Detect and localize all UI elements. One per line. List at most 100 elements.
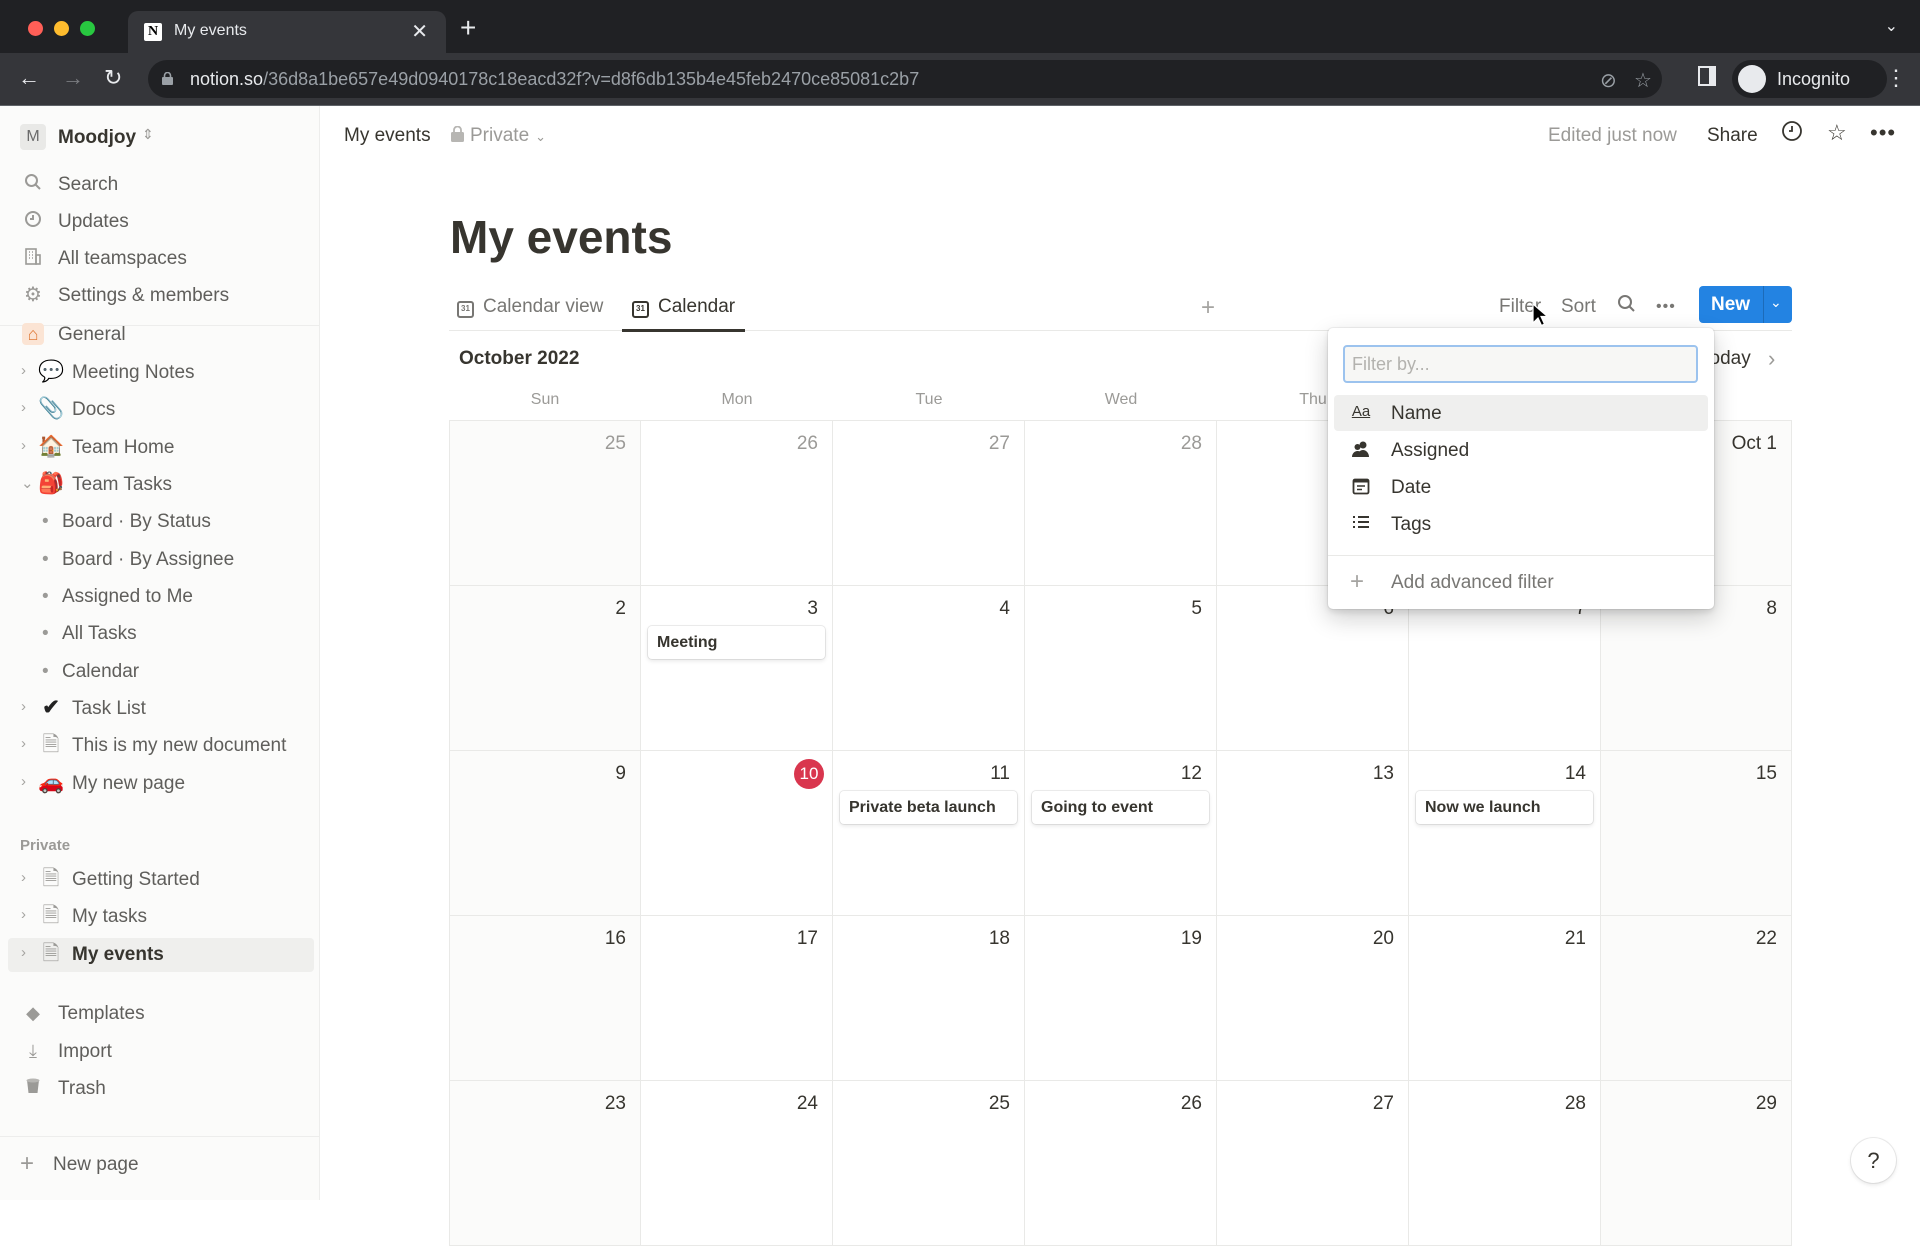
sidebar-item-search[interactable]: Search [0, 168, 320, 202]
filter-search-input[interactable] [1343, 345, 1698, 383]
sidebar-item-import[interactable]: ⤓ Import [0, 1035, 320, 1069]
favorite-star-icon[interactable]: ☆ [1827, 120, 1847, 146]
help-button[interactable]: ? [1851, 1138, 1896, 1183]
calendar-day-cell[interactable]: 25 [833, 1081, 1025, 1246]
calendar-day-cell[interactable]: 5 [1025, 586, 1217, 751]
calendar-day-cell[interactable]: 28 [1025, 421, 1217, 586]
forward-arrow-icon[interactable]: → [62, 65, 84, 91]
browser-tab[interactable]: N My events ✕ [128, 11, 446, 53]
minimize-window-button[interactable] [54, 21, 69, 36]
calendar-day-cell[interactable]: 12 Going to event [1025, 751, 1217, 916]
filter-option-name[interactable]: Aa Name [1334, 395, 1708, 431]
calendar-day-cell[interactable]: 7 [1409, 586, 1601, 751]
calendar-day-cell[interactable]: 26 [641, 421, 833, 586]
next-month-chevron-icon[interactable]: › [1768, 346, 1775, 372]
sidebar-page-getting-started[interactable]: › 🗎 Getting Started [0, 863, 320, 897]
sidepanel-icon[interactable] [1698, 66, 1716, 86]
expand-chevron-icon[interactable]: › [21, 399, 26, 416]
maximize-window-button[interactable] [80, 21, 95, 36]
calendar-day-cell[interactable]: 20 [1217, 916, 1409, 1081]
view-options-icon[interactable]: ••• [1656, 298, 1676, 316]
sidebar-view-all-tasks[interactable]: • All Tasks [0, 617, 320, 651]
calendar-day-cell[interactable]: 17 [641, 916, 833, 1081]
new-page-button[interactable]: + New page [0, 1148, 320, 1182]
tab-search-chevron-icon[interactable]: ⌄ [1885, 16, 1898, 36]
expand-chevron-icon[interactable]: › [21, 698, 26, 715]
sidebar-item-templates[interactable]: ◆ Templates [0, 997, 320, 1031]
calendar-day-cell[interactable]: 15 [1601, 751, 1792, 916]
expand-chevron-icon[interactable]: › [21, 906, 26, 923]
chevron-down-icon[interactable]: ⌄ [1770, 294, 1782, 311]
url-bar[interactable]: notion.so/36d8a1be657e49d0940178c18eacd3… [148, 60, 1662, 98]
filter-option-assigned[interactable]: Assigned [1334, 432, 1708, 468]
sort-button[interactable]: Sort [1561, 296, 1596, 318]
close-window-button[interactable] [28, 21, 43, 36]
reload-icon[interactable]: ↻ [104, 65, 122, 91]
calendar-day-cell[interactable]: 24 [641, 1081, 833, 1246]
calendar-day-cell[interactable]: 18 [833, 916, 1025, 1081]
add-view-button[interactable]: + [1201, 294, 1215, 322]
close-tab-icon[interactable]: ✕ [411, 19, 428, 44]
calendar-day-cell[interactable]: 3 Meeting [641, 586, 833, 751]
calendar-day-cell[interactable]: 2 [449, 586, 641, 751]
calendar-day-cell[interactable]: 25 [449, 421, 641, 586]
sidebar-item-settings[interactable]: ⚙ Settings & members [0, 279, 320, 313]
calendar-day-cell[interactable]: 6 [1217, 586, 1409, 751]
back-arrow-icon[interactable]: ← [18, 65, 40, 91]
sidebar-view-calendar[interactable]: • Calendar [0, 655, 320, 689]
add-advanced-filter-button[interactable]: + Add advanced filter [1334, 564, 1708, 600]
sidebar-page-team-home[interactable]: › 🏠 Team Home [0, 431, 320, 465]
calendar-day-cell[interactable]: 26 [1025, 1081, 1217, 1246]
sidebar-view-board-by-status[interactable]: • Board · By Status [0, 505, 320, 539]
search-icon[interactable] [1617, 294, 1637, 320]
sidebar-page-team-tasks[interactable]: ⌄ 🎒 Team Tasks [0, 468, 320, 502]
sidebar-item-trash[interactable]: Trash [0, 1072, 320, 1106]
new-tab-button[interactable]: + [460, 14, 476, 42]
sidebar-page-new-document[interactable]: › 🗎 This is my new document [0, 729, 320, 763]
breadcrumb[interactable]: My events [344, 125, 431, 147]
sidebar-page-my-tasks[interactable]: › 🗎 My tasks [0, 900, 320, 934]
page-title[interactable]: My events [450, 210, 672, 264]
event-card[interactable]: Going to event [1032, 791, 1209, 824]
new-item-button[interactable]: New ⌄ [1699, 286, 1792, 323]
sidebar-page-my-new-page[interactable]: › 🚗 My new page [0, 767, 320, 801]
sidebar-page-my-events[interactable]: › 🗎 My events [8, 938, 314, 972]
calendar-day-cell[interactable]: 4 [833, 586, 1025, 751]
calendar-day-cell[interactable]: 29 [1601, 1081, 1792, 1246]
expand-chevron-icon[interactable]: › [21, 437, 26, 454]
sidebar-page-task-list[interactable]: › ✔ Task List [0, 692, 320, 726]
eye-off-icon[interactable]: ⊘ [1600, 68, 1617, 93]
more-options-icon[interactable]: ••• [1870, 120, 1896, 146]
browser-menu-icon[interactable]: ⋮ [1885, 65, 1907, 91]
event-card[interactable]: Now we launch [1416, 791, 1593, 824]
history-clock-icon[interactable] [1781, 120, 1803, 148]
expand-chevron-icon[interactable]: › [21, 944, 26, 961]
sidebar-page-docs[interactable]: › 📎 Docs [0, 393, 320, 427]
incognito-profile-button[interactable]: Incognito [1732, 60, 1887, 98]
sidebar-page-meeting-notes[interactable]: › 💬 Meeting Notes [0, 356, 320, 390]
sidebar-item-general[interactable]: ⌂ General [0, 318, 320, 352]
expand-chevron-icon[interactable]: › [21, 362, 26, 379]
event-card[interactable]: Private beta launch [840, 791, 1017, 824]
share-button[interactable]: Share [1707, 125, 1758, 147]
calendar-day-cell[interactable]: 11 Private beta launch [833, 751, 1025, 916]
calendar-day-cell[interactable]: 22 [1601, 916, 1792, 1081]
calendar-day-cell[interactable]: 16 [449, 916, 641, 1081]
calendar-day-cell[interactable]: 19 [1025, 916, 1217, 1081]
sidebar-view-board-by-assignee[interactable]: • Board · By Assignee [0, 543, 320, 577]
collapse-chevron-icon[interactable]: ⌄ [21, 474, 34, 492]
tab-calendar[interactable]: 31 Calendar [621, 296, 746, 332]
expand-chevron-icon[interactable]: › [21, 773, 26, 790]
sidebar-item-all-teamspaces[interactable]: All teamspaces [0, 242, 320, 276]
tab-calendar-view[interactable]: 31 Calendar view [457, 296, 603, 331]
calendar-day-cell[interactable]: 21 [1409, 916, 1601, 1081]
calendar-day-cell[interactable]: 14 Now we launch [1409, 751, 1601, 916]
calendar-day-cell[interactable]: 23 [449, 1081, 641, 1246]
expand-chevron-icon[interactable]: › [21, 735, 26, 752]
calendar-day-cell[interactable]: 27 [1217, 1081, 1409, 1246]
privacy-dropdown[interactable]: Private ⌄ [451, 125, 546, 147]
sidebar-view-assigned-to-me[interactable]: • Assigned to Me [0, 580, 320, 614]
sidebar-item-updates[interactable]: Updates [0, 205, 320, 239]
calendar-day-cell[interactable]: 27 [833, 421, 1025, 586]
calendar-day-cell[interactable]: 10 [641, 751, 833, 916]
